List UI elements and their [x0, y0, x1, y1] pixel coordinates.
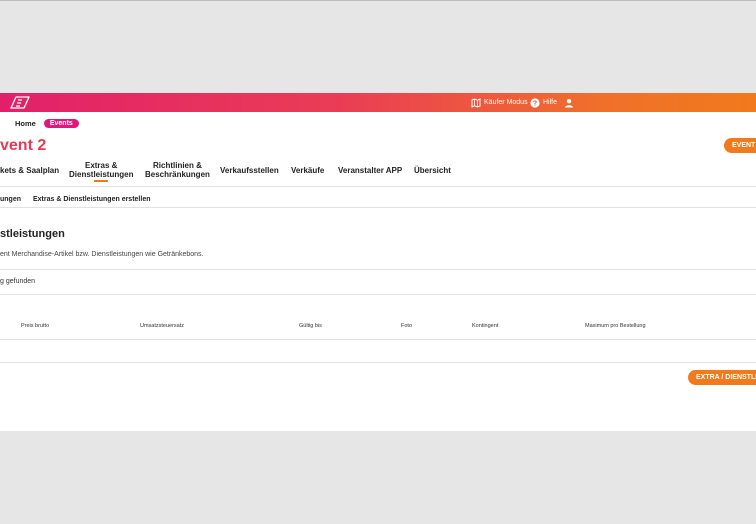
section-description: ent Merchandise-Artikel bzw. Dienstleist… — [0, 251, 204, 258]
tab-extras-dienstleistungen[interactable]: Extras & Dienstleistungen — [69, 161, 133, 182]
help-label: Hilfe — [543, 99, 558, 106]
column-header: Gültig bis — [299, 323, 322, 329]
buyer-mode-label: Käufer Modus — [484, 99, 528, 106]
column-header: Preis brutto — [21, 323, 50, 329]
help-button[interactable]: ? Hilfe — [530, 96, 557, 109]
event-tabs: kets & Saalplan Extras & Dienstleistunge… — [0, 161, 756, 187]
column-header: Kontingent — [472, 323, 499, 329]
description-divider — [0, 269, 756, 270]
section-title: stleistungen — [0, 228, 65, 240]
column-header: Umsatzsteuersatz — [140, 323, 185, 329]
top-navigation-bar: Käufer Modus ? Hilfe — [0, 93, 756, 112]
tabs-divider — [0, 186, 756, 187]
user-icon — [564, 98, 574, 108]
breadcrumb-events[interactable]: Events — [43, 119, 79, 128]
subtabs-divider — [0, 207, 756, 208]
svg-text:?: ? — [533, 100, 537, 107]
window-top-border — [0, 0, 756, 1]
tab-verkaufsstellen[interactable]: Verkaufsstellen — [220, 166, 279, 175]
buyer-mode-button[interactable]: Käufer Modus — [471, 96, 528, 109]
event-action-button[interactable]: EVENT — [724, 138, 756, 153]
empty-result-message: g gefunden — [0, 278, 36, 285]
table-header-divider — [0, 339, 756, 340]
message-divider — [0, 294, 756, 295]
tab-richtlinien-beschraenkungen[interactable]: Richtlinien & Beschränkungen — [145, 161, 210, 179]
column-header: Maximum pro Bestellung — [585, 323, 646, 329]
active-tab-indicator — [94, 180, 109, 182]
add-extra-button[interactable]: EXTRA / DIENSTLE — [688, 370, 756, 385]
page-title: vent 2 — [0, 137, 47, 154]
subtab-create[interactable]: Extras & Dienstleistungen erstellen — [33, 196, 150, 203]
app-window: Käufer Modus ? Hilfe Home Events vent 2 — [0, 93, 756, 431]
breadcrumb-home[interactable]: Home — [15, 119, 36, 128]
map-swap-icon — [471, 97, 481, 108]
table-bottom-divider — [0, 362, 756, 363]
breadcrumb: Home Events — [0, 117, 79, 130]
help-circle-icon: ? — [530, 97, 540, 108]
logo-icon[interactable] — [10, 96, 30, 109]
user-account-button[interactable] — [564, 96, 574, 109]
subtab-list[interactable]: ungen — [0, 196, 21, 203]
tab-verkaeufe[interactable]: Verkäufe — [291, 166, 324, 175]
tab-tickets-saalplan[interactable]: kets & Saalplan — [0, 166, 59, 175]
column-header: Foto — [401, 323, 413, 329]
tab-veranstalter-app[interactable]: Veranstalter APP — [338, 166, 402, 175]
tab-uebersicht[interactable]: Übersicht — [414, 166, 451, 175]
